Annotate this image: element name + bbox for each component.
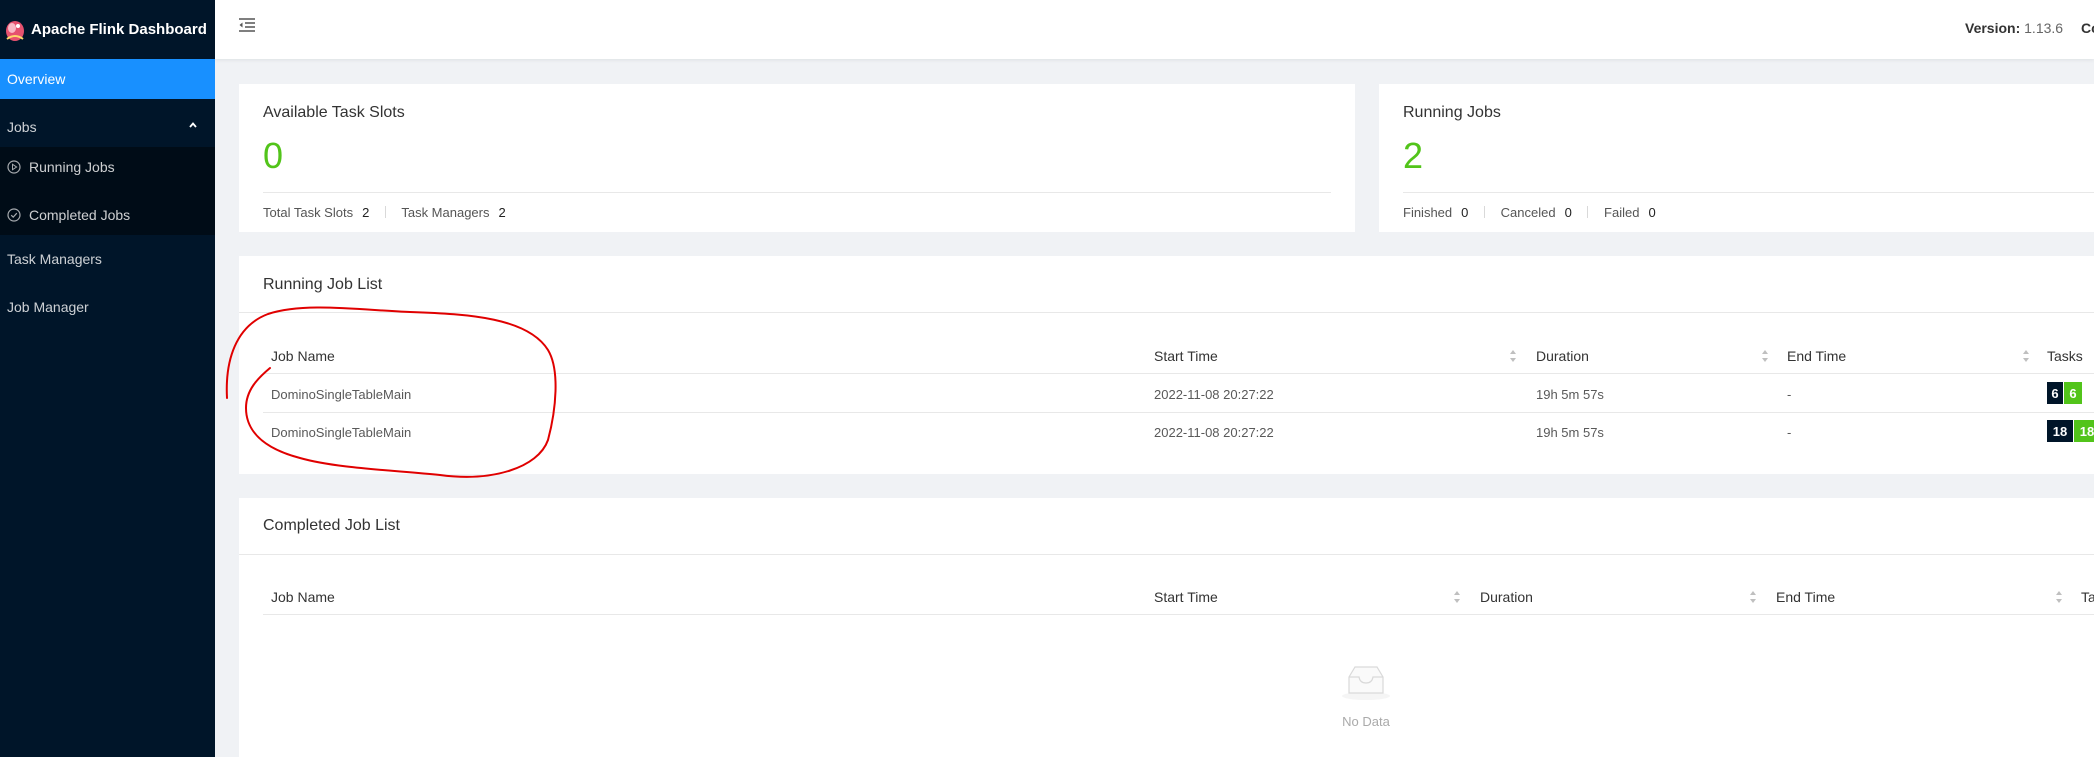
start-time-cell: 2022-11-08 20:27:22 [1154,425,1274,440]
sidebar-item-label: Running Jobs [29,159,115,175]
tasks-total-badge: 6 [2047,382,2063,404]
empty-inbox-icon [1342,666,1390,700]
running-jobs-value: 2 [1403,135,1424,176]
available-task-slots-card: Available Task Slots 0 Total Task Slots 2… [239,84,1355,232]
sort-icon[interactable] [1749,590,1757,604]
top-header: Version: 1.13.6 Co [215,0,2094,59]
running-jobs-card: Running Jobs 2 Finished 0 Canceled 0 Faile… [1379,84,2094,232]
column-header-tasks[interactable]: Tasks [2047,348,2083,364]
column-header-end-time[interactable]: End Time [1776,589,1835,605]
sidebar: Apache Flink Dashboard Overview Jobs Run… [0,0,215,757]
end-time-cell: - [1787,387,1792,402]
sidebar-item-label: Jobs [7,119,37,135]
task-managers-value: 2 [498,205,506,220]
card-title: Available Task Slots [263,104,405,121]
version-label: Version: [1965,20,2021,36]
available-slots-value: 0 [263,135,284,176]
total-slots-label: Total Task Slots [263,205,354,220]
card-footer: Total Task Slots 2 Task Managers 2 [263,205,506,220]
failed-value: 0 [1648,205,1656,220]
divider [384,206,386,218]
jobs-submenu: Running Jobs Completed Jobs [0,147,215,235]
commit-label: Co [2081,20,2094,36]
end-time-cell: - [1787,425,1792,440]
divider [263,192,1331,193]
column-header-job-name[interactable]: Job Name [271,348,335,364]
sidebar-item-job-manager[interactable]: Job Manager [0,287,215,327]
sort-icon[interactable] [2055,590,2063,604]
sidebar-item-task-managers[interactable]: Task Managers [0,239,215,279]
duration-cell: 19h 5m 57s [1536,387,1604,402]
divider [239,554,2094,555]
chevron-up-icon [189,122,197,128]
card-footer: Finished 0 Canceled 0 Failed 0 [1403,205,1656,220]
panel-title: Running Job List [263,276,383,293]
card-title: Running Jobs [1403,104,1501,121]
total-slots-value: 2 [362,205,370,220]
tasks-running-badge: 18 [2074,420,2094,442]
column-header-duration[interactable]: Duration [1480,589,1533,605]
sidebar-item-completed-jobs[interactable]: Completed Jobs [0,195,215,235]
task-managers-label: Task Managers [401,205,490,220]
column-header-job-name[interactable]: Job Name [271,589,335,605]
column-header-end-time[interactable]: End Time [1787,348,1846,364]
completed-job-list-card: Completed Job List Job Name Start Time D… [239,498,2094,757]
divider [263,373,2094,374]
duration-cell: 19h 5m 57s [1536,425,1604,440]
column-header-tasks[interactable]: Ta [2081,589,2094,605]
running-job-list-card: Running Job List Job Name Start Time Dur… [239,256,2094,474]
sidebar-item-overview[interactable]: Overview [0,59,215,99]
sidebar-item-jobs[interactable]: Jobs [0,107,215,147]
divider [1587,206,1589,218]
divider [1403,192,2094,193]
job-name-cell[interactable]: DominoSingleTableMain [271,425,411,440]
sidebar-item-label: Completed Jobs [29,207,131,223]
check-circle-icon [7,208,21,222]
divider [1484,206,1485,218]
start-time-cell: 2022-11-08 20:27:22 [1154,387,1274,402]
flink-logo-icon [6,20,24,41]
column-header-duration[interactable]: Duration [1536,348,1589,364]
version-info: Version: 1.13.6 [1965,20,2063,36]
sort-icon[interactable] [1509,349,1517,363]
finished-label: Finished [1403,205,1453,220]
menu-fold-icon[interactable] [239,18,255,32]
job-name-cell[interactable]: DominoSingleTableMain [271,387,411,402]
play-circle-icon [7,160,21,174]
divider [263,412,2094,413]
version-value: 1.13.6 [2024,20,2064,36]
failed-label: Failed [1604,205,1640,220]
sidebar-item-label: Overview [7,71,66,87]
tasks-total-badge: 18 [2047,420,2073,442]
divider [239,312,2094,313]
flink-dashboard: Apache Flink Dashboard Overview Jobs Run… [0,0,2094,757]
sidebar-item-label: Job Manager [7,299,89,315]
column-header-start-time[interactable]: Start Time [1154,348,1218,364]
sidebar-item-label: Task Managers [7,251,102,267]
divider [263,614,2094,615]
brand[interactable]: Apache Flink Dashboard [0,0,215,59]
sidebar-item-running-jobs[interactable]: Running Jobs [0,147,215,187]
no-data-text: No Data [1342,714,1390,729]
sort-icon[interactable] [1453,590,1461,604]
sort-icon[interactable] [1761,349,1769,363]
app-title: Apache Flink Dashboard [31,21,207,38]
panel-title: Completed Job List [263,517,400,534]
canceled-value: 0 [1564,205,1572,220]
canceled-label: Canceled [1500,205,1556,220]
finished-value: 0 [1461,205,1469,220]
column-header-start-time[interactable]: Start Time [1154,589,1218,605]
sort-icon[interactable] [2022,349,2030,363]
tasks-running-badge: 6 [2064,382,2082,404]
